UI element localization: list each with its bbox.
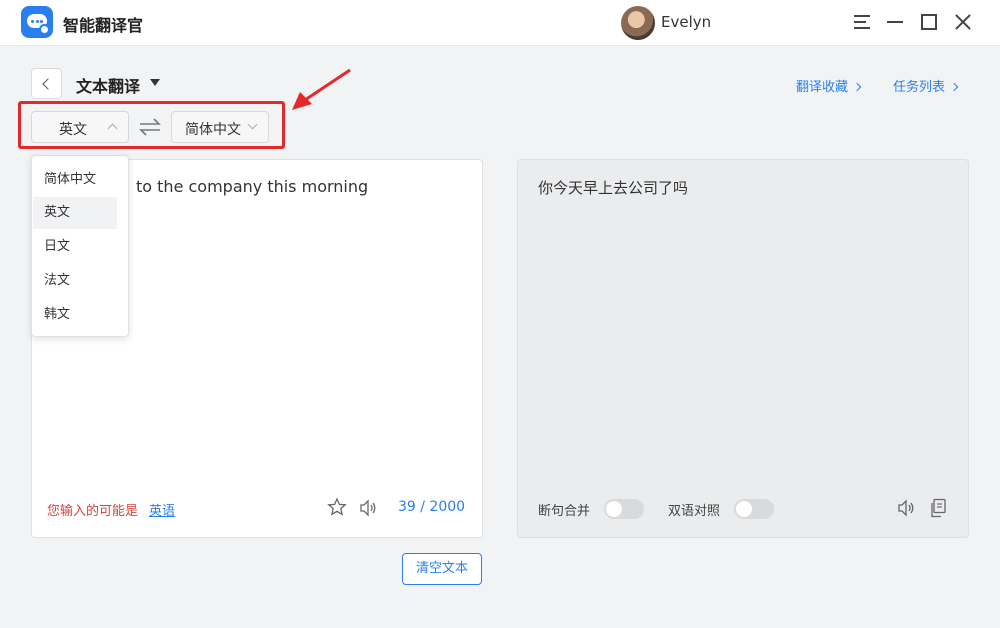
menu-icon[interactable] xyxy=(851,11,873,33)
speaker-icon[interactable] xyxy=(358,498,378,518)
speaker-icon[interactable] xyxy=(896,498,916,518)
user-name[interactable]: Evelyn xyxy=(661,13,711,31)
sentence-merge-label: 断句合并 xyxy=(538,504,591,519)
chevron-right-icon xyxy=(852,82,862,92)
annotation-arrow-icon xyxy=(292,68,351,110)
dropdown-option-japanese[interactable]: 日文 xyxy=(33,231,117,263)
translated-text: 你今天早上去公司了吗 xyxy=(538,179,689,197)
copy-icon[interactable] xyxy=(929,498,947,518)
bilingual-toggle[interactable] xyxy=(734,499,774,519)
close-icon[interactable] xyxy=(952,11,974,33)
chevron-up-icon xyxy=(107,123,118,134)
language-dropdown: 简体中文 英文 日文 法文 韩文 xyxy=(31,155,129,337)
detected-language-link[interactable]: 英语 xyxy=(149,500,175,519)
detect-hint: 您输入的可能是 xyxy=(47,504,139,519)
source-language-label: 英文 xyxy=(59,122,87,138)
dropdown-option-french[interactable]: 法文 xyxy=(33,265,117,297)
bilingual-label: 双语对照 xyxy=(668,504,721,519)
source-text[interactable]: to the company this morning xyxy=(136,177,368,196)
app-title: 智能翻译官 xyxy=(63,16,144,35)
character-count: 39 / 2000 xyxy=(398,499,466,515)
user-avatar[interactable] xyxy=(621,6,655,40)
caret-down-icon[interactable] xyxy=(150,79,160,86)
minimize-icon[interactable] xyxy=(884,11,906,33)
chevron-right-icon xyxy=(949,82,959,92)
clear-text-button[interactable]: 清空文本 xyxy=(402,553,482,585)
task-list-link[interactable]: 任务列表 xyxy=(893,76,959,95)
sentence-merge-toggle[interactable] xyxy=(604,499,644,519)
favorites-link-label: 翻译收藏 xyxy=(796,80,849,95)
favorites-link[interactable]: 翻译收藏 xyxy=(796,76,862,95)
dropdown-option-korean[interactable]: 韩文 xyxy=(33,299,117,331)
target-text-panel xyxy=(517,159,969,538)
source-language-select[interactable]: 英文 xyxy=(31,111,129,143)
maximize-icon[interactable] xyxy=(918,11,940,33)
dropdown-option-english[interactable]: 英文 xyxy=(33,197,117,229)
target-language-select[interactable]: 简体中文 xyxy=(171,111,269,143)
mode-title[interactable]: 文本翻译 xyxy=(76,73,140,97)
dropdown-option-simplified-chinese[interactable]: 简体中文 xyxy=(33,164,117,196)
target-language-label: 简体中文 xyxy=(185,122,241,138)
chevron-left-icon xyxy=(42,78,54,90)
swap-arrows-icon[interactable] xyxy=(138,118,162,136)
chevron-down-icon xyxy=(247,119,258,130)
back-button[interactable] xyxy=(31,68,62,99)
task-list-link-label: 任务列表 xyxy=(893,80,946,95)
app-logo-icon xyxy=(21,6,53,38)
title-bar: 智能翻译官 Evelyn xyxy=(0,0,1000,46)
star-icon[interactable] xyxy=(327,497,347,517)
